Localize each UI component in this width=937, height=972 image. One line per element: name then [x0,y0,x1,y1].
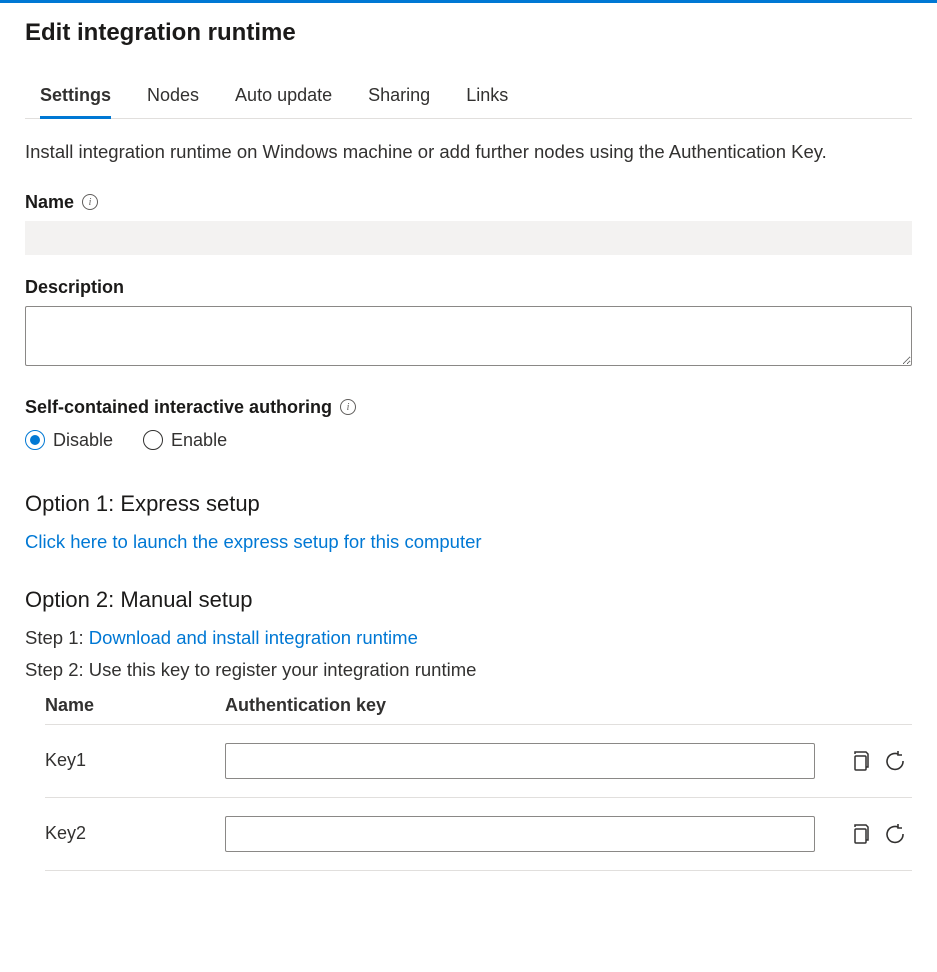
key-value-input[interactable] [225,816,815,852]
intro-text: Install integration runtime on Windows m… [25,139,912,166]
panel-content: Edit integration runtime Settings Nodes … [0,3,937,891]
radio-disable-label: Disable [53,430,113,451]
tab-auto-update[interactable]: Auto update [235,79,332,119]
interactive-authoring-label: Self-contained interactive authoring [25,397,332,418]
name-field-group: Name i [25,192,912,255]
key-name-cell: Key2 [45,797,225,870]
step1-label: Step 1: [25,627,89,648]
table-header-auth: Authentication key [225,691,822,725]
step2-text: Use this key to register your integratio… [89,659,477,680]
key-name-cell: Key1 [45,724,225,797]
interactive-authoring-group: Self-contained interactive authoring i D… [25,397,912,451]
name-label: Name [25,192,74,213]
refresh-icon[interactable] [884,750,906,772]
option1-heading: Option 1: Express setup [25,491,912,517]
tab-links[interactable]: Links [466,79,508,119]
step1-row: Step 1: Download and install integration… [25,627,912,649]
tabs-bar: Settings Nodes Auto update Sharing Links [25,79,912,119]
key-value-input[interactable] [225,743,815,779]
table-row: Key1 [45,724,912,797]
info-icon[interactable]: i [82,194,98,210]
description-field-group: Description [25,277,912,369]
option2-heading: Option 2: Manual setup [25,587,912,613]
express-setup-link[interactable]: Click here to launch the express setup f… [25,531,482,552]
copy-icon[interactable] [850,823,870,845]
download-runtime-link[interactable]: Download and install integration runtime [89,627,418,648]
table-row: Key2 [45,797,912,870]
step2-row: Step 2:Use this key to register your int… [25,659,912,681]
tab-settings[interactable]: Settings [40,79,111,119]
description-label: Description [25,277,124,298]
radio-enable[interactable]: Enable [143,430,227,451]
name-input[interactable] [25,221,912,255]
info-icon[interactable]: i [340,399,356,415]
option1-section: Option 1: Express setup Click here to la… [25,491,912,553]
option2-section: Option 2: Manual setup Step 1: Download … [25,587,912,871]
auth-key-table: Name Authentication key Key1 [45,691,912,871]
radio-icon [25,430,45,450]
radio-icon [143,430,163,450]
description-input[interactable] [25,306,912,366]
step2-label: Step 2: [25,659,89,680]
radio-disable[interactable]: Disable [25,430,113,451]
radio-enable-label: Enable [171,430,227,451]
page-title: Edit integration runtime [25,19,912,47]
tab-sharing[interactable]: Sharing [368,79,430,119]
table-header-name: Name [45,691,225,725]
refresh-icon[interactable] [884,823,906,845]
copy-icon[interactable] [850,750,870,772]
tab-nodes[interactable]: Nodes [147,79,199,119]
